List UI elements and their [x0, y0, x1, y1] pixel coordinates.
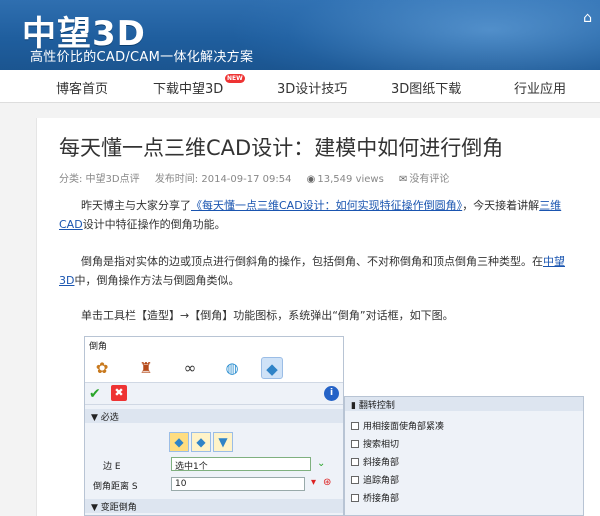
- nav-item-label: 下载中望3D: [153, 82, 224, 97]
- checkbox[interactable]: [351, 476, 359, 484]
- option-bridge-corner[interactable]: 桥接角部: [351, 491, 399, 504]
- nav-item-blog-home[interactable]: 博客首页: [56, 78, 108, 97]
- dropdown-arrow-icon[interactable]: ▾: [311, 477, 316, 488]
- article-paragraph-2: 倒角是指对实体的边或顶点进行倒斜角的操作，包括倒角、不对称倒角和顶点倒角三种类型…: [59, 252, 579, 290]
- nav-item-download[interactable]: 下载中望3D NEW: [153, 74, 245, 97]
- article-paragraph-1: 昨天博主与大家分享了《每天懂一点三维CAD设计：如何实现特征操作倒圆角》，今天接…: [59, 196, 579, 234]
- cancel-x-icon[interactable]: ✖: [111, 385, 127, 401]
- checkbox[interactable]: [351, 440, 359, 448]
- option-label: 桥接角部: [363, 494, 400, 504]
- chevron-check-icon[interactable]: ⌄: [317, 458, 325, 469]
- meta-published: 发布时间: 2014-09-17 09:54: [154, 174, 292, 185]
- checkbox[interactable]: [351, 458, 359, 466]
- home-icon[interactable]: ⌂: [583, 10, 592, 26]
- stamp-icon[interactable]: ♜: [135, 357, 157, 379]
- dialog-actions: ✔ ✖ i: [85, 383, 343, 405]
- nav-item-industry[interactable]: 行业应用: [514, 78, 566, 97]
- main-nav: 博客首页 下载中望3D NEW 3D设计技巧 3D图纸下载 行业应用: [0, 70, 600, 103]
- article-title[interactable]: 每天懂一点三维CAD设计：建模中如何进行倒角: [59, 132, 503, 162]
- p1-text-a: 昨天博主与大家分享了: [81, 199, 191, 212]
- brand-tagline: 高性价比的CAD/CAM一体化解决方案: [30, 50, 254, 65]
- option-miter-corner[interactable]: 斜接角部: [351, 455, 399, 468]
- sphere-icon[interactable]: ◍: [221, 357, 243, 379]
- comment-icon: ✉: [399, 174, 408, 185]
- palette-icon[interactable]: ✿: [91, 357, 113, 379]
- meta-comments[interactable]: 没有评论: [409, 174, 449, 185]
- glasses-icon[interactable]: ∞: [179, 357, 201, 379]
- edge-label: 边 E: [103, 462, 121, 472]
- new-badge: NEW: [225, 74, 245, 83]
- p2-text-b: 中，倒角操作方法与倒圆角类似。: [74, 274, 240, 287]
- checkbox[interactable]: [351, 494, 359, 502]
- option-label: 斜接角部: [363, 458, 400, 468]
- article-meta: 分类: 中望3D点评 发布时间: 2014-09-17 09:54 ◉ 13,54…: [59, 170, 461, 185]
- nav-item-label: 博客首页: [56, 82, 109, 97]
- p1-text-c: 设计中特征操作的倒角功能。: [82, 218, 226, 231]
- distance-label: 倒角距离 S: [93, 482, 138, 492]
- header-banner: 中望3D 高性价比的CAD/CAM一体化解决方案 ⌂: [0, 0, 600, 70]
- distance-field[interactable]: 10: [171, 477, 305, 491]
- chamfer-type-icon[interactable]: ◆: [169, 432, 189, 452]
- flip-control-title[interactable]: ▮ 翻转控制: [345, 397, 583, 411]
- distance-options-icon[interactable]: ⊛: [323, 477, 331, 488]
- section-variable[interactable]: ▼ 变距倒角: [85, 499, 343, 513]
- nav-item-3d-drawings[interactable]: 3D图纸下载: [391, 78, 461, 97]
- info-icon[interactable]: i: [324, 386, 339, 401]
- nav-item-label: 3D设计技巧: [277, 82, 348, 97]
- p2-text-a: 倒角是指对实体的边或顶点进行倒斜角的操作，包括倒角、不对称倒角和顶点倒角三种类型…: [81, 255, 543, 268]
- nav-item-label: 行业应用: [514, 82, 567, 97]
- asym-chamfer-icon[interactable]: ◆: [191, 432, 211, 452]
- dialog-screenshot: 倒角 ✿ ♜ ∞ ◍ ◆ ✔ ✖ i ▼ 必选 ◆ ◆ ▼ 边 E 选中1个 ⌄ 倒…: [84, 336, 596, 516]
- chamfer-dialog: 倒角 ✿ ♜ ∞ ◍ ◆ ✔ ✖ i ▼ 必选 ◆ ◆ ▼ 边 E 选中1个 ⌄ 倒…: [84, 336, 344, 516]
- option-label: 用相接面使角部紧凑: [363, 422, 445, 432]
- flip-control-panel: ▮ 翻转控制 用相接面使角部紧凑 搜索相切 斜接角部 追踪角部 桥接角部: [344, 396, 584, 516]
- nav-item-label: 3D图纸下载: [391, 82, 462, 97]
- dialog-title: 倒角: [85, 337, 343, 353]
- related-article-link[interactable]: 《每天懂一点三维CAD设计：如何实现特征操作倒圆角》: [191, 199, 462, 212]
- section-required[interactable]: ▼ 必选: [85, 409, 343, 423]
- banner-decoration: [230, 0, 600, 70]
- option-label: 搜索相切: [363, 440, 400, 450]
- ok-check-icon[interactable]: ✔: [89, 386, 101, 402]
- eye-icon: ◉: [306, 174, 316, 185]
- article-paragraph-3: 单击工具栏【造型】→【倒角】功能图标，系统弹出“倒角”对话框，如下图。: [59, 306, 579, 325]
- option-compact-corner[interactable]: 用相接面使角部紧凑: [351, 419, 444, 432]
- option-track-corner[interactable]: 追踪角部: [351, 473, 399, 486]
- option-search-tangent[interactable]: 搜索相切: [351, 437, 399, 450]
- p3-text: 单击工具栏【造型】→【倒角】功能图标，系统弹出“倒角”对话框，如下图。: [81, 309, 454, 322]
- meta-views: 13,549 views: [317, 174, 384, 185]
- checkbox[interactable]: [351, 422, 359, 430]
- meta-category[interactable]: 分类: 中望3D点评: [59, 174, 140, 185]
- chamfer-type-group: ◆ ◆ ▼: [169, 431, 235, 452]
- nav-item-3d-tips[interactable]: 3D设计技巧: [277, 78, 347, 97]
- p1-text-b: ，今天接着讲解: [462, 199, 540, 212]
- edge-field[interactable]: 选中1个: [171, 457, 311, 472]
- vertex-chamfer-icon[interactable]: ▼: [213, 432, 233, 452]
- dialog-toolbar: ✿ ♜ ∞ ◍ ◆: [85, 353, 343, 383]
- chamfer-shape-icon[interactable]: ◆: [261, 357, 283, 379]
- option-label: 追踪角部: [363, 476, 400, 486]
